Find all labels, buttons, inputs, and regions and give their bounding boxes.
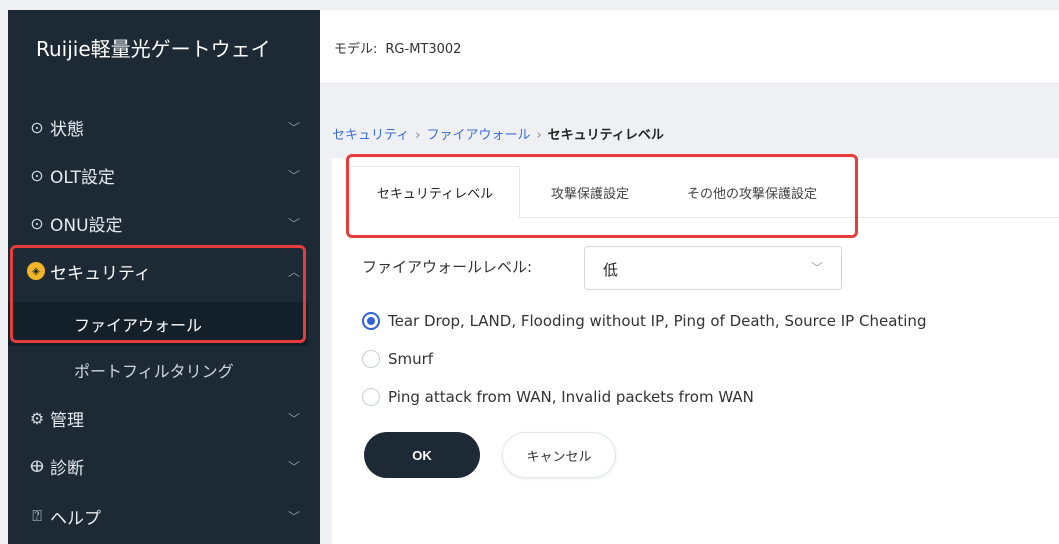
chevron-down-icon: ﹀ <box>287 120 300 135</box>
onu-icon: ⊙ <box>30 213 44 233</box>
model-label: モデル: <box>334 42 378 57</box>
firewall-level-value: 低 <box>603 261 619 279</box>
sidebar-item-label: 診断 <box>50 458 84 479</box>
chevron-up-icon: ︿ <box>287 264 300 279</box>
top-strip <box>0 0 1059 10</box>
model-value: RG-MT3002 <box>385 42 462 57</box>
sidebar-item-onu-settings[interactable]: ⊙ ONU設定 ﹀ <box>8 199 320 247</box>
top-header: モデル: RG-MT3002 <box>320 10 1059 84</box>
status-icon: ⊙ <box>30 117 44 137</box>
chevron-down-icon: ﹀ <box>287 509 300 524</box>
olt-icon: ⊙ <box>30 165 44 185</box>
firewall-level-row: ファイアウォールレベル: <box>362 256 532 277</box>
app-window: Ruijie軽量光ゲートウェイ ⊙ 状態 ﹀ ⊙ OLT設定 ﹀ ⊙ ONU設定… <box>0 0 1059 544</box>
firewall-level-label: ファイアウォールレベル: <box>362 258 533 276</box>
shield-icon: ◈ <box>27 262 45 280</box>
sidebar-item-status[interactable]: ⊙ 状態 ﹀ <box>8 103 320 151</box>
firewall-level-select[interactable]: 低 ﹀ <box>584 246 842 290</box>
radio-option-1[interactable]: Tear Drop, LAND, Flooding without IP, Pi… <box>362 312 926 330</box>
radio-label: Smurf <box>388 350 434 368</box>
sidebar-item-diagnostics[interactable]: ⴲ 診断 ﹀ <box>8 442 320 490</box>
radio-label: Tear Drop, LAND, Flooding without IP, Pi… <box>388 312 927 330</box>
brand-title: Ruijie軽量光ゲートウェイ <box>36 37 271 61</box>
breadcrumb-separator: › <box>536 128 542 143</box>
sidebar-item-security[interactable]: ◈ セキュリティ ︿ <box>8 247 320 295</box>
sidebar-subitem-port-filtering[interactable]: ポートフィルタリング <box>8 348 308 392</box>
radio-button[interactable] <box>362 350 380 368</box>
radio-button[interactable] <box>362 388 380 406</box>
tab-bar: セキュリティレベル 攻撃保護設定 その他の攻撃保護設定 <box>350 166 1059 218</box>
sidebar-item-label: OLT設定 <box>50 167 115 188</box>
sidebar: Ruijie軽量光ゲートウェイ ⊙ 状態 ﹀ ⊙ OLT設定 ﹀ ⊙ ONU設定… <box>8 10 320 544</box>
breadcrumb-firewall[interactable]: ファイアウォール <box>426 128 530 143</box>
cancel-button[interactable]: キャンセル <box>502 432 616 478</box>
sidebar-item-help[interactable]: ⍰ ヘルプ ﹀ <box>8 492 320 540</box>
tab-other-attack-protection[interactable]: その他の攻撃保護設定 <box>662 166 842 218</box>
stethoscope-icon: ⴲ <box>29 456 45 476</box>
tab-attack-protection[interactable]: 攻撃保護設定 <box>530 166 650 218</box>
radio-option-2[interactable]: Smurf <box>362 350 433 368</box>
radio-option-3[interactable]: Ping attack from WAN, Invalid packets fr… <box>362 388 754 406</box>
sidebar-item-olt-settings[interactable]: ⊙ OLT設定 ﹀ <box>8 151 320 199</box>
radio-button-checked[interactable] <box>362 312 380 330</box>
gear-icon: ⚙ <box>29 408 45 428</box>
sidebar-item-management[interactable]: ⚙ 管理 ﹀ <box>8 394 320 442</box>
chevron-down-icon: ﹀ <box>287 411 300 426</box>
sidebar-subitem-label: ファイアウォール <box>74 316 203 335</box>
sidebar-item-label: 管理 <box>50 410 84 431</box>
breadcrumb: セキュリティ › ファイアウォール › セキュリティレベル <box>332 124 664 143</box>
help-icon: ⍰ <box>32 506 42 525</box>
chevron-down-icon: ﹀ <box>287 216 300 231</box>
radio-label: Ping attack from WAN, Invalid packets fr… <box>388 388 754 406</box>
tab-security-level[interactable]: セキュリティレベル <box>350 166 520 218</box>
sidebar-subitem-firewall[interactable]: ファイアウォール <box>8 302 308 346</box>
content-panel: セキュリティレベル 攻撃保護設定 その他の攻撃保護設定 ファイアウォールレベル:… <box>332 158 1059 544</box>
sidebar-item-label: ヘルプ <box>50 508 101 529</box>
sidebar-subitem-label: ポートフィルタリング <box>74 362 234 381</box>
sidebar-item-label: 状態 <box>50 119 84 140</box>
sidebar-item-label: セキュリティ <box>50 263 151 284</box>
chevron-down-icon: ﹀ <box>287 168 300 183</box>
ok-button[interactable]: OK <box>364 432 480 478</box>
model-info: モデル: RG-MT3002 <box>334 38 461 57</box>
breadcrumb-current: セキュリティレベル <box>547 128 664 143</box>
chevron-down-icon: ﹀ <box>810 261 823 275</box>
sidebar-item-label: ONU設定 <box>50 215 123 236</box>
breadcrumb-separator: › <box>415 128 421 143</box>
chevron-down-icon: ﹀ <box>287 459 300 474</box>
breadcrumb-security[interactable]: セキュリティ <box>332 128 409 143</box>
